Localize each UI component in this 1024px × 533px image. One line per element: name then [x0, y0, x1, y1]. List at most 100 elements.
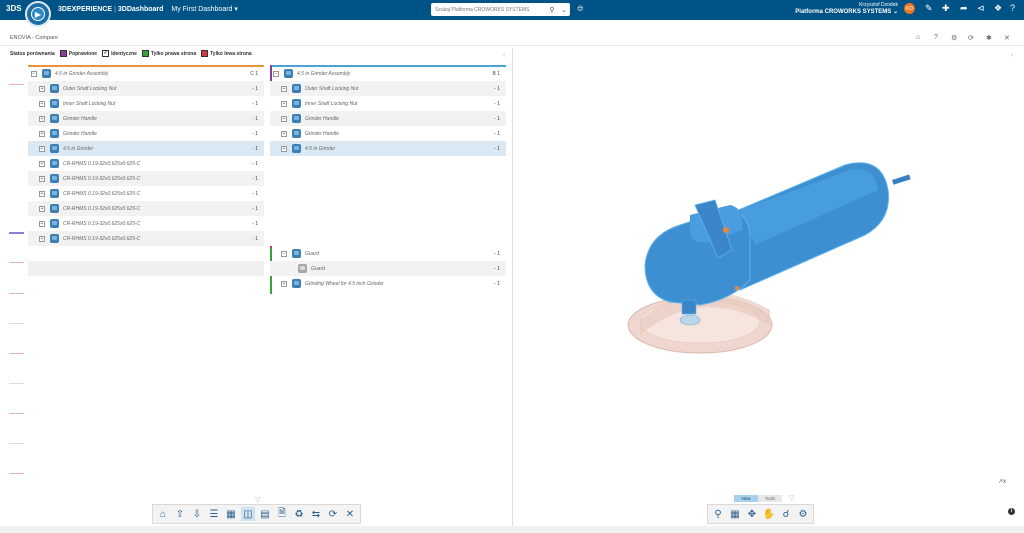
compass-icon[interactable]: ▶ — [25, 1, 51, 27]
collapse-toggle[interactable]: − — [273, 70, 279, 77]
structure-icon[interactable]: ♻ — [292, 507, 306, 521]
panel-divider[interactable] — [512, 48, 513, 526]
expand-toggle[interactable]: + — [39, 160, 45, 167]
split-view-icon[interactable]: ◫ — [241, 507, 255, 521]
expand-toggle[interactable]: + — [281, 115, 287, 122]
grinder-3d-model[interactable] — [620, 150, 920, 380]
expand-toggle[interactable]: + — [281, 100, 287, 107]
avatar[interactable]: KD — [904, 3, 915, 14]
expand-toggle[interactable]: + — [281, 85, 287, 92]
tree-row[interactable]: + Grinding Wheel for 4.5 inch Grinder - 1 — [270, 276, 506, 291]
expand-toggle[interactable]: + — [281, 145, 287, 152]
part-icon — [50, 84, 59, 93]
tree-row[interactable]: −4.5 in Grinder Assembly B 1 — [270, 66, 506, 81]
info-icon[interactable]: i — [1008, 508, 1015, 515]
tree-row-selected[interactable]: +4.5 in Grinder - 1 — [28, 141, 264, 156]
tree-row[interactable]: + CR-RHMS 0.19-32x0.625x0.625-C - 1 — [28, 201, 264, 216]
chevron-left-icon[interactable]: ‹ — [1011, 52, 1013, 59]
expand-toggle[interactable]: + — [39, 220, 45, 227]
chevron-down-icon[interactable]: ▽ — [789, 494, 794, 502]
ds-logo: 3DS — [6, 4, 22, 13]
gear-icon[interactable]: ⚙ — [951, 34, 957, 42]
tree-row-empty — [270, 231, 506, 246]
expand-toggle[interactable]: + — [39, 175, 45, 182]
tree-row[interactable]: + CR-RHMS 0.19-32x0.625x0.625-C - 1 — [28, 186, 264, 201]
arrow-up-icon[interactable]: ⇧ — [173, 507, 187, 521]
expand-toggle[interactable]: + — [281, 280, 287, 287]
search-input[interactable] — [431, 4, 546, 15]
dashboard-selector[interactable]: My First Dashboard ▾ — [171, 6, 238, 13]
expand-toggle[interactable]: + — [39, 130, 45, 137]
user-info[interactable]: Krzysztof Dzodek Platforma CROWORKS SYST… — [795, 2, 898, 16]
overview-marker — [9, 443, 24, 444]
document-settings-icon[interactable]: 🗎 — [275, 507, 289, 521]
tree-row[interactable]: Guard - 1 — [270, 261, 506, 276]
collapse-toggle[interactable]: − — [281, 250, 287, 257]
expand-toggle[interactable]: + — [39, 235, 45, 242]
add-icon[interactable]: ✚ — [942, 3, 950, 14]
swap-icon[interactable]: ⇆ — [309, 507, 323, 521]
expand-toggle[interactable]: + — [39, 190, 45, 197]
pan-icon[interactable]: ✥ — [745, 507, 759, 521]
tree-row[interactable]: + Inner Shaft Locking Nut - 1 — [270, 96, 506, 111]
pin-icon[interactable]: ✱ — [986, 34, 992, 42]
viewer-toolbar: ⚲ ▦ ✥ ✋ ☌ ⚙ — [707, 504, 814, 524]
tree-row[interactable]: + CR-RHMS 0.19-32x0.625x0.625-C - 1 — [28, 216, 264, 231]
chevron-down-icon[interactable]: ⌄ — [558, 6, 570, 14]
tree-row[interactable]: + CR-RHMS 0.19-32x0.625x0.625-C - 1 — [28, 171, 264, 186]
arrow-down-icon[interactable]: ⇩ — [190, 507, 204, 521]
product-icon — [284, 69, 293, 78]
expand-toggle[interactable]: + — [39, 115, 45, 122]
home-icon[interactable]: ⌂ — [156, 507, 170, 521]
expand-toggle[interactable]: + — [39, 145, 45, 152]
search-box[interactable]: ⚲ ⌄ — [431, 3, 570, 16]
tree-row[interactable]: − Guard - 1 — [270, 246, 506, 261]
expand-toggle[interactable]: + — [39, 100, 45, 107]
tree-row[interactable]: + Grinder Handle - 1 — [270, 126, 506, 141]
settings-icon[interactable]: ⚙ — [796, 507, 810, 521]
message-icon[interactable]: ✎ — [925, 3, 933, 14]
chevron-down-icon[interactable]: ▽ — [255, 496, 260, 504]
overview-marker — [9, 473, 24, 474]
tree-row[interactable]: −4.5 in Grinder Assembly C 1 — [28, 66, 264, 81]
close-icon[interactable]: ✕ — [343, 507, 357, 521]
sync-icon[interactable]: ⟳ — [326, 507, 340, 521]
chevron-left-icon[interactable]: ‹ — [503, 52, 505, 59]
tree-row-empty — [270, 201, 506, 216]
tree-row-empty — [270, 171, 506, 186]
home-icon[interactable]: ⌂ — [916, 34, 920, 41]
expand-toggle[interactable]: + — [39, 85, 45, 92]
tree-row[interactable]: + CR-RHMS 0.19-32x0.625x0.625-C - 1 — [28, 156, 264, 171]
cube-view-icon[interactable]: ▦ — [728, 507, 742, 521]
tag-icon[interactable]: ⎊ — [577, 4, 583, 14]
refresh-icon[interactable]: ⟳ — [968, 34, 974, 42]
tree-row[interactable]: + Outer Shaft Locking Nut - 1 — [28, 81, 264, 96]
tree-row[interactable]: + Grinder Handle - 1 — [28, 126, 264, 141]
tree-row[interactable]: + CR-RHMS 0.19-32x0.625x0.625-C - 1 — [28, 231, 264, 246]
collapse-toggle[interactable]: − — [31, 70, 37, 77]
network-icon[interactable]: ⊲ — [977, 3, 985, 14]
tree-row[interactable]: + Grinder Handle - 1 — [270, 111, 506, 126]
help-icon[interactable]: ? — [1010, 3, 1015, 13]
expand-toggle[interactable]: + — [39, 205, 45, 212]
overview-marker — [9, 323, 24, 324]
tree-row[interactable]: + Grinder Handle - 1 — [28, 111, 264, 126]
expand-toggle[interactable]: + — [281, 130, 287, 137]
share-icon[interactable]: ➦ — [960, 3, 968, 14]
tab-view[interactable]: View — [734, 495, 758, 502]
close-icon[interactable]: ✕ — [1004, 34, 1010, 42]
apps-icon[interactable]: ❖ — [994, 3, 1002, 14]
zoom-icon[interactable]: ⚲ — [711, 507, 725, 521]
list-view-icon[interactable]: ☰ — [207, 507, 221, 521]
tab-tools[interactable]: Tools — [757, 495, 783, 502]
tree-row-selected[interactable]: +4.5 in Grinder - 1 — [270, 141, 506, 156]
zoom-area-icon[interactable]: ☌ — [779, 507, 793, 521]
search-icon[interactable]: ⚲ — [546, 6, 558, 14]
tree-row[interactable]: + Inner Shaft Locking Nut - 1 — [28, 96, 264, 111]
panel-view-icon[interactable]: ▤ — [258, 507, 272, 521]
tree-row[interactable]: + Outer Shaft Locking Nut - 1 — [270, 81, 506, 96]
part-icon — [50, 129, 59, 138]
help-icon[interactable]: ? — [934, 34, 938, 41]
table-view-icon[interactable]: ▦ — [224, 507, 238, 521]
rotate-icon[interactable]: ✋ — [762, 507, 776, 521]
